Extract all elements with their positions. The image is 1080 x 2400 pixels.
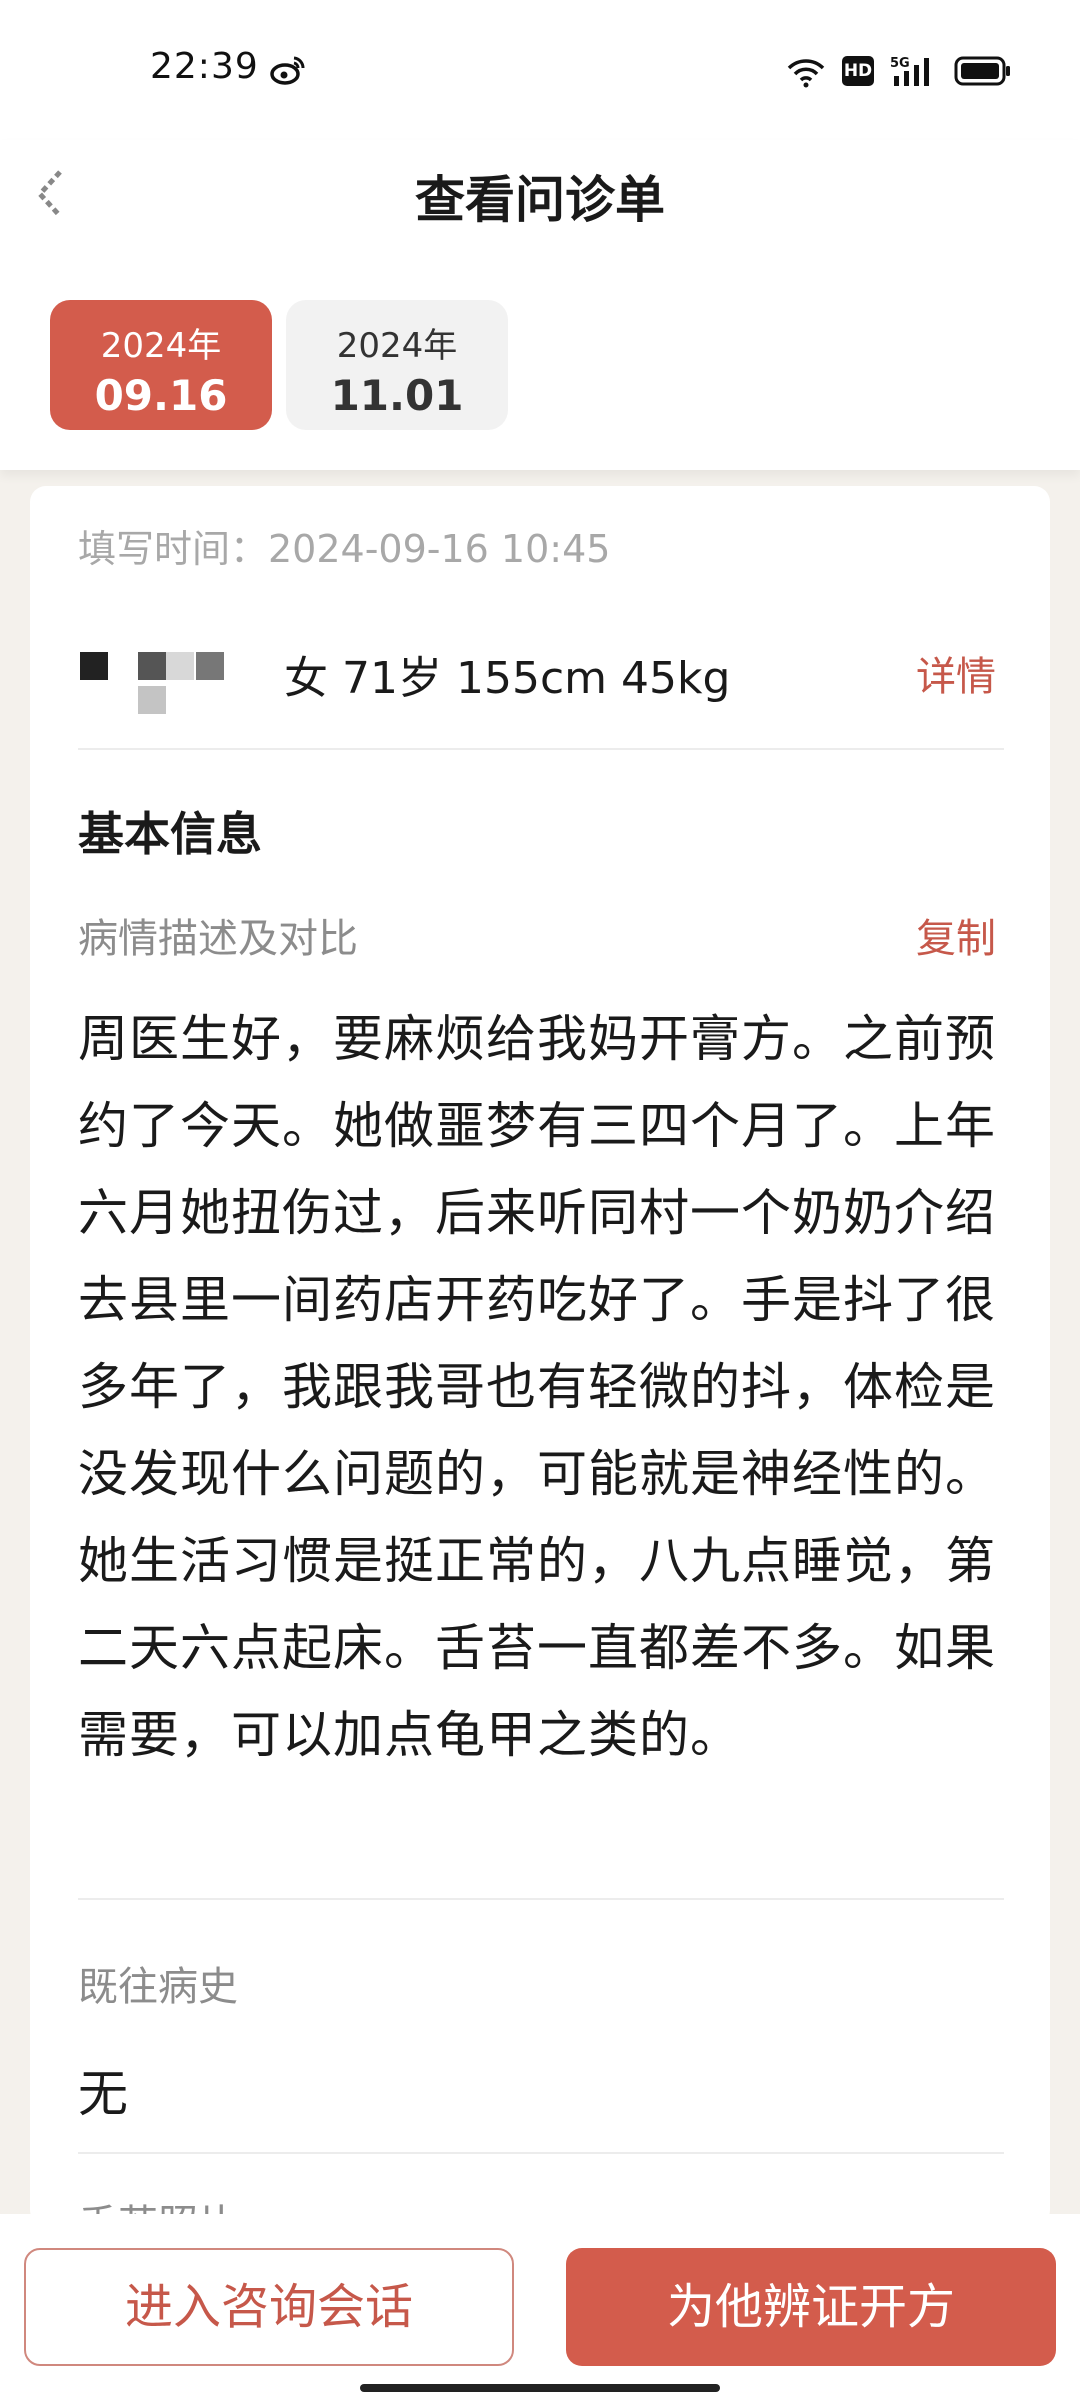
description-label: 病情描述及对比: [78, 916, 358, 962]
divider: [78, 1898, 1004, 1900]
status-time: 22:39: [150, 46, 259, 87]
enter-consult-button[interactable]: 进入咨询会话: [24, 2248, 514, 2366]
status-bar: 22:39 HD 5G: [0, 0, 1080, 140]
history-label: 既往病史: [78, 1964, 238, 2010]
header: 查看问诊单 2024年 09.16 2024年 11.01: [0, 140, 1080, 470]
history-value: 无: [78, 2065, 128, 2123]
prescribe-button[interactable]: 为他辨证开方: [566, 2248, 1056, 2366]
bottom-action-bar: 进入咨询会话 为他辨证开方: [0, 2214, 1080, 2400]
patient-info: 女 71岁 155cm 45kg: [284, 653, 731, 704]
battery-icon: [954, 56, 1010, 86]
hd-icon: HD: [842, 56, 874, 86]
consultation-card: 填写时间：2024-09-16 10:45 女 71岁 155cm 45kg 详…: [30, 486, 1050, 2226]
date-tab-0916[interactable]: 2024年 09.16: [50, 300, 272, 430]
date-tab-day: 11.01: [330, 371, 464, 420]
date-tab-year: 2024年: [100, 326, 222, 366]
date-tab-1101[interactable]: 2024年 11.01: [286, 300, 508, 430]
divider: [78, 2152, 1004, 2154]
date-tab-year: 2024年: [336, 326, 458, 366]
section-title-basic-info: 基本信息: [78, 807, 262, 861]
weibo-icon: [270, 56, 305, 85]
patient-name-redacted: [80, 652, 230, 728]
home-indicator[interactable]: [360, 2384, 720, 2392]
copy-button[interactable]: 复制: [916, 906, 996, 964]
fill-time: 填写时间：2024-09-16 10:45: [78, 527, 611, 571]
detail-link[interactable]: 详情: [916, 644, 996, 702]
page-title: 查看问诊单: [415, 171, 665, 229]
condition-description: 周医生好，要麻烦给我妈开膏方。之前预约了今天。她做噩梦有三四个月了。上年六月她扭…: [78, 1010, 996, 1764]
signal-icon: 5G: [890, 56, 929, 86]
date-tab-day: 09.16: [94, 371, 228, 420]
wifi-icon: [787, 59, 825, 88]
divider: [78, 748, 1004, 750]
network-label: 5G: [890, 56, 910, 71]
